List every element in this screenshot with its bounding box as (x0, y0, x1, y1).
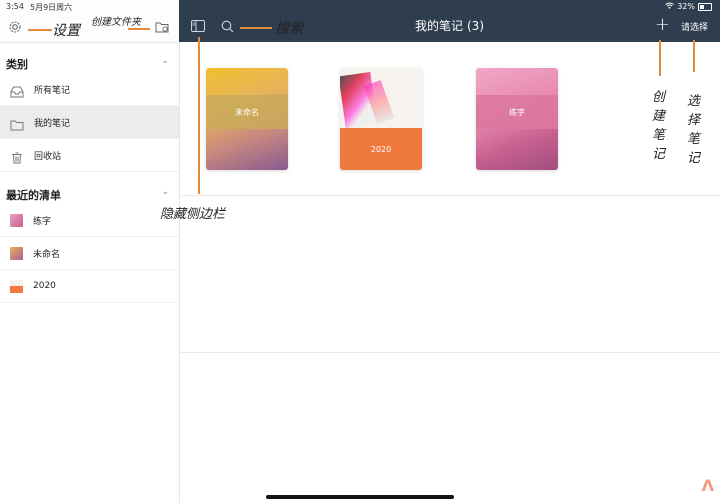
notebook-thumbnail (10, 213, 23, 227)
shelf-divider (180, 352, 720, 353)
gear-icon[interactable] (8, 20, 22, 34)
battery-icon (698, 2, 712, 11)
inbox-icon (10, 83, 24, 98)
status-time: 3:54 (6, 2, 24, 11)
annotation-arrow (28, 29, 52, 31)
annotation-create-note: 创建笔记 (652, 90, 666, 162)
trash-icon (10, 149, 24, 164)
status-date: 5月9日周六 (30, 3, 73, 12)
sidebar-item-all-notes[interactable]: 所有笔记 (0, 73, 179, 106)
annotation-arrow (693, 40, 695, 72)
annotation-select-note: 选择笔记 (687, 94, 701, 166)
sidebar-item-label: 回收站 (34, 151, 62, 162)
annotation-arrow (240, 27, 272, 29)
notebook-label: 2020 (340, 128, 422, 170)
sidebar-item-label: 我的笔记 (34, 118, 71, 129)
notebook-label: 未命名 (206, 95, 288, 129)
recent-header[interactable]: 最近的清单 (6, 187, 61, 203)
chevron-down-icon[interactable]: ⌄ (161, 187, 169, 197)
shelf-divider (180, 195, 720, 196)
notebook-cover[interactable]: 未命名 (206, 68, 288, 170)
notebook-cover[interactable]: 练字 (476, 68, 558, 170)
recent-item[interactable]: 未命名 (0, 237, 179, 270)
title-count: (3) (467, 19, 484, 33)
annotation-arrow (128, 28, 150, 30)
home-indicator[interactable] (266, 495, 454, 499)
status-right: 32% (665, 2, 712, 11)
annotation-arrow (659, 40, 661, 76)
sidebar: 类别 ⌄ 所有笔记 我的笔记 回收站 最近的清单 ⌄ 练字 未命名 2020 (0, 43, 180, 503)
sidebar-item-my-notes[interactable]: 我的笔记 (0, 106, 179, 139)
annotation-arrow (198, 37, 200, 194)
chevron-down-icon[interactable]: ⌄ (161, 56, 169, 66)
notebook-cover[interactable]: 2020 (340, 68, 422, 170)
wifi-icon (665, 2, 675, 11)
annotation-search: 搜索 (275, 21, 303, 37)
title-text: 我的笔记 (414, 19, 463, 33)
categories-header[interactable]: 类别 (6, 56, 28, 72)
recent-item-label: 练字 (33, 216, 52, 227)
recent-item-label: 未命名 (33, 249, 61, 260)
top-navigation-bar: 32% 我的笔记 (3) + 请选择 (179, 0, 720, 42)
folder-icon (10, 116, 24, 131)
recent-item[interactable]: 练字 (0, 204, 179, 237)
battery-percent: 32% (677, 2, 695, 11)
notebook-thumbnail (10, 279, 23, 293)
annotation-settings: 设置 (52, 23, 80, 39)
new-folder-icon[interactable] (155, 20, 170, 34)
notebook-thumbnail (10, 246, 23, 260)
create-note-button[interactable]: + (655, 16, 670, 34)
annotation-hide-sidebar: 隐藏侧边栏 (160, 207, 226, 222)
app-logo-icon: Λ (701, 476, 714, 495)
sidebar-toolbar: 3:54 5月9日周六 (0, 0, 179, 43)
sidebar-item-label: 所有笔记 (34, 85, 71, 96)
annotation-create-folder: 创建文件夹 (91, 17, 141, 28)
select-button[interactable]: 请选择 (681, 20, 708, 33)
recent-item-label: 2020 (33, 281, 56, 291)
page-title: 我的笔记 (3) (179, 17, 720, 34)
notebook-label: 练字 (476, 95, 558, 129)
sidebar-item-trash[interactable]: 回收站 (0, 139, 179, 172)
notebook-shelf: 未命名 2020 练字 (180, 43, 720, 503)
recent-item[interactable]: 2020 (0, 270, 179, 303)
